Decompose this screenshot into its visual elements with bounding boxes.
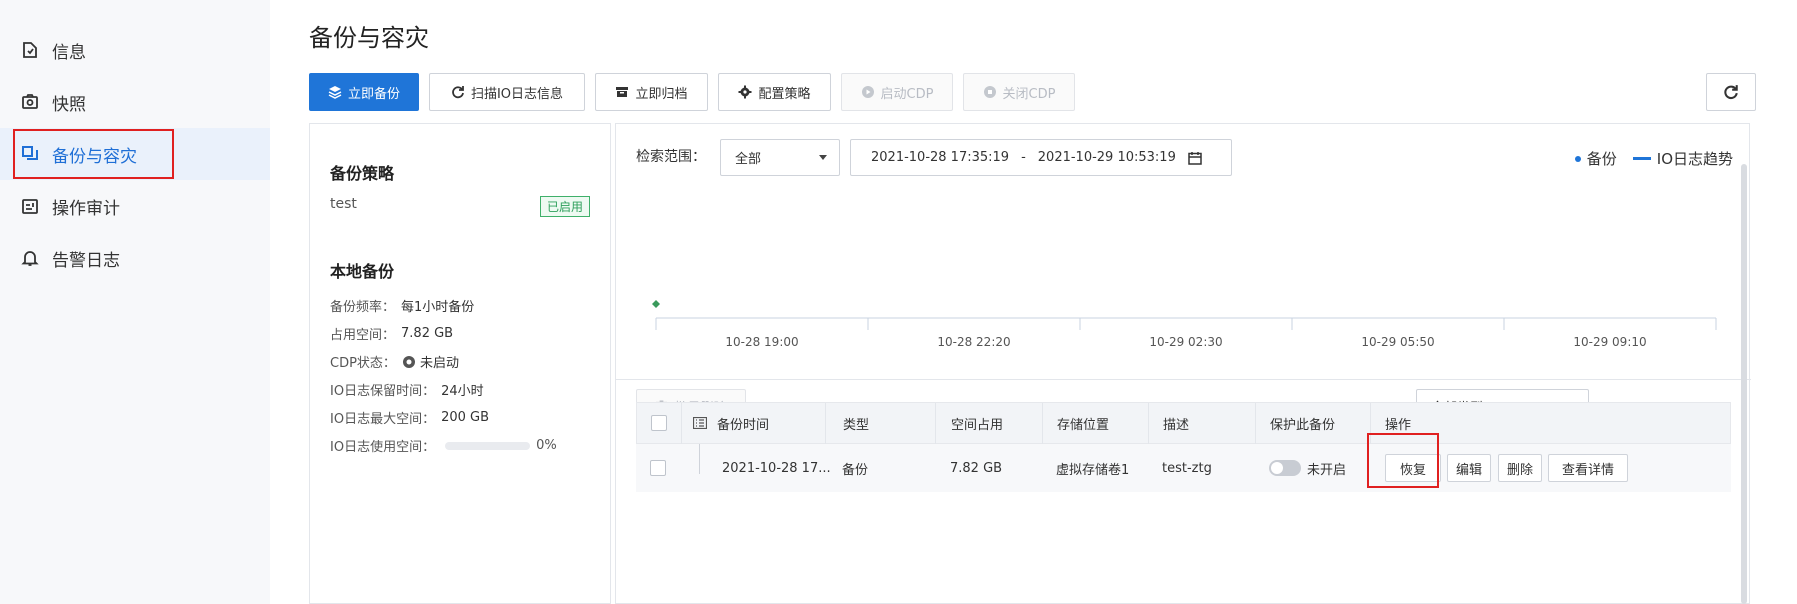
audit-icon (20, 196, 40, 216)
range-label: 检索范围： (636, 149, 706, 165)
calendar-icon (1188, 151, 1202, 165)
column-header-location: 存储位置 (1057, 417, 1110, 433)
x-tick-label: 10-28 19:00 (725, 335, 798, 349)
backup-size: 7.82 GB (950, 460, 1003, 476)
column-header-time[interactable]: 备份时间 (693, 403, 769, 443)
protect-toggle-cell: 未开启 (1269, 444, 1346, 492)
vertical-scrollbar[interactable] (1741, 164, 1747, 604)
legend-backup-label: 备份 (1586, 150, 1617, 168)
backup-location: 虚拟存储卷1 (1056, 462, 1130, 478)
backup-now-button[interactable]: 立即备份 (309, 73, 419, 111)
edit-button[interactable]: 编辑 (1447, 454, 1491, 482)
x-tick-label: 10-28 22:20 (937, 335, 1010, 349)
start-cdp-button[interactable]: 启动CDP (841, 73, 953, 111)
io-log-max-space: IO日志最大空间： 200 GB (330, 410, 490, 427)
layers-icon (328, 86, 342, 99)
chart-legend: 备份 IO日志趋势 (1574, 148, 1733, 169)
sidebar-item-info[interactable]: 信息 (0, 24, 270, 76)
tree-connector (699, 444, 700, 492)
tree-list-icon (693, 417, 707, 429)
io-log-retention: IO日志保留时间： 24小时 (330, 384, 484, 399)
table-header: 备份时间 类型 空间占用 存储位置 描述 保护此备份 操作 (636, 402, 1731, 445)
local-backup-title: 本地备份 (330, 262, 395, 281)
column-header-protect: 保护此备份 (1270, 417, 1336, 433)
sidebar-item-alarm[interactable]: 告警日志 (0, 232, 270, 284)
bell-icon (20, 248, 40, 268)
column-header-desc: 描述 (1163, 417, 1190, 433)
gear-icon (738, 85, 752, 99)
sidebar-item-audit[interactable]: 操作审计 (0, 180, 270, 232)
column-header-type: 类型 (843, 417, 870, 433)
radio-dot-icon (402, 355, 415, 368)
select-all-checkbox[interactable] (651, 415, 667, 431)
backup-panel: 检索范围： 全部 2021-10-28 17:35:19 - 2021-10-2… (615, 123, 1751, 604)
refresh-button[interactable] (1706, 73, 1756, 111)
panel-divider (616, 379, 1751, 380)
x-tick-label: 10-29 05:50 (1361, 335, 1434, 349)
sidebar-item-label: 信息 (52, 42, 86, 63)
play-circle-icon (861, 86, 874, 98)
date-range-picker[interactable]: 2021-10-28 17:35:19 - 2021-10-29 10:53:1… (850, 139, 1232, 176)
info-doc-icon (20, 40, 40, 60)
x-tick-label: 10-29 02:30 (1149, 335, 1222, 349)
camera-icon (20, 92, 40, 112)
sidebar-item-label: 告警日志 (52, 250, 120, 271)
archive-now-button[interactable]: 立即归档 (595, 73, 708, 111)
legend-io-label: IO日志趋势 (1656, 150, 1733, 168)
start-date: 2021-10-28 17:35:19 (871, 150, 1010, 165)
policy-title: 备份策略 (330, 164, 395, 183)
status-badge: 已启用 (539, 196, 590, 217)
cdp-status: CDP状态： 未启动 (330, 355, 459, 371)
io-log-used-space: IO日志使用空间： 0% (330, 438, 557, 455)
legend-backup-dot (1574, 155, 1581, 162)
backup-time: 2021-10-28 17... (722, 460, 831, 476)
legend-io-line (1632, 157, 1651, 160)
config-policy-button[interactable]: 配置策略 (718, 73, 831, 111)
backup-type: 备份 (842, 462, 869, 478)
stop-circle-icon (983, 86, 996, 98)
sidebar-item-snapshot[interactable]: 快照 (0, 76, 270, 128)
delete-button[interactable]: 删除 (1498, 454, 1542, 482)
end-date: 2021-10-29 10:53:19 (1037, 150, 1176, 165)
space-used: 占用空间： 7.82 GB (330, 326, 454, 343)
stop-cdp-button[interactable]: 关闭CDP (963, 73, 1075, 111)
chevron-down-icon (819, 154, 827, 160)
row-checkbox[interactable] (650, 460, 666, 476)
refresh-icon (452, 86, 464, 99)
highlight-box-sidebar (13, 129, 174, 179)
sidebar: 信息 快照 备份与容灾 操作审计 告警日志 (0, 0, 270, 604)
policy-name: test (330, 196, 357, 212)
protect-toggle[interactable] (1269, 460, 1301, 476)
refresh-icon (1724, 85, 1738, 100)
column-header-size: 空间占用 (951, 417, 1004, 433)
highlight-box-restore (1367, 433, 1439, 488)
sidebar-item-label: 快照 (52, 94, 86, 115)
sidebar-item-label: 操作审计 (52, 198, 120, 219)
page-title: 备份与容灾 (309, 24, 429, 52)
archive-icon (616, 87, 629, 97)
range-select[interactable]: 全部 (720, 139, 840, 176)
view-details-button[interactable]: 查看详情 (1548, 454, 1628, 482)
table-row: 2021-10-28 17... 备份 7.82 GB 虚拟存储卷1 test-… (636, 444, 1731, 492)
backup-frequency: 备份频率： 每1小时备份 (330, 300, 475, 315)
x-tick-label: 10-29 09:10 (1573, 335, 1646, 349)
backup-desc: test-ztg (1162, 460, 1212, 476)
backup-trend-chart: 10-28 19:00 10-28 22:20 10-29 02:30 10-29 0… (652, 300, 1717, 349)
io-usage-progress (445, 441, 531, 450)
backup-point[interactable] (652, 300, 660, 308)
scan-io-button[interactable]: 扫描IO日志信息 (429, 73, 585, 111)
policy-panel: 备份策略 test 已启用 本地备份 备份频率： 每1小时备份 占用空间： 7.82… (309, 123, 611, 604)
